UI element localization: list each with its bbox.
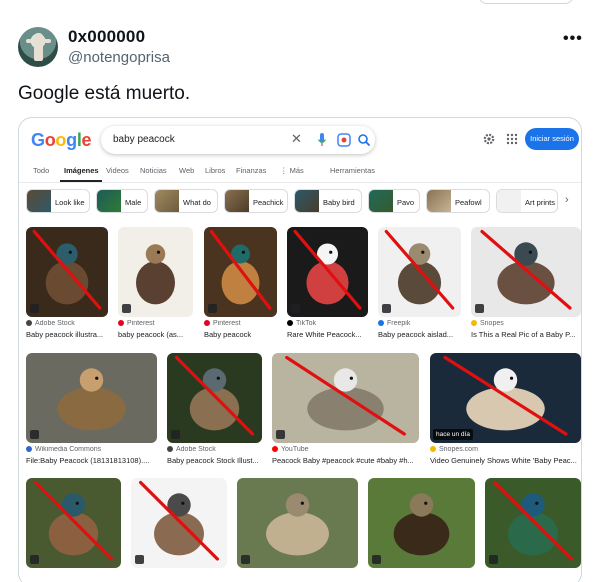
result-source[interactable]: YouTube (272, 446, 419, 453)
avatar[interactable] (18, 27, 58, 67)
google-logo[interactable]: Google (31, 130, 92, 151)
chip-male[interactable]: Male (96, 189, 148, 213)
source-favicon-icon (26, 320, 32, 327)
result-image-12[interactable] (131, 478, 227, 568)
result-source[interactable]: Wikimedia Commons (26, 446, 157, 453)
source-favicon-icon (118, 320, 124, 327)
tab-todo[interactable]: Todo (33, 166, 49, 175)
result-image-5[interactable] (378, 227, 461, 317)
result-image-3[interactable] (204, 227, 277, 317)
result-image-2[interactable] (118, 227, 193, 317)
result-source[interactable]: Snopes.com (430, 446, 581, 453)
chip-peafowl[interactable]: Peafowl (426, 189, 490, 213)
tab-web[interactable]: Web (179, 166, 194, 175)
user-handle[interactable]: @notengoprisa (68, 49, 170, 66)
result-image-11[interactable] (26, 478, 121, 568)
result-source[interactable]: Snopes (471, 320, 581, 327)
search-query[interactable]: baby peacock (113, 134, 175, 145)
tab-tools[interactable]: Herramientas (330, 166, 375, 175)
source-favicon-icon (430, 446, 436, 453)
result-caption[interactable]: Baby peacock (204, 330, 277, 339)
result-caption[interactable]: Baby peacock aislad... (378, 330, 461, 339)
clear-icon[interactable]: ✕ (291, 131, 302, 147)
result-caption[interactable]: Is This a Real Pic of a Baby P... (471, 330, 581, 339)
result-source[interactable]: Adobe Stock (167, 446, 262, 453)
timestamp-overlay: hace un día (433, 429, 473, 440)
chip-what-do[interactable]: What do (154, 189, 218, 213)
tab-videos[interactable]: Videos (106, 166, 129, 175)
display-name[interactable]: 0x000000 (68, 27, 145, 47)
result-caption[interactable]: Baby peacock illustra... (26, 330, 108, 339)
result-caption[interactable]: baby peacock (as... (118, 330, 193, 339)
chip-look-like[interactable]: Look like (26, 189, 90, 213)
chip-pavo[interactable]: Pavo (368, 189, 420, 213)
chevron-right-icon[interactable]: › (565, 194, 569, 206)
image-type-badge-icon (171, 430, 180, 439)
tweet-media-screenshot[interactable]: Google baby peacock ✕ Iniciar sesión Tod… (18, 117, 582, 582)
image-type-badge-icon (30, 555, 39, 564)
gear-icon[interactable] (482, 132, 496, 146)
lens-icon[interactable] (337, 133, 351, 147)
source-favicon-icon (272, 446, 278, 453)
image-type-badge-icon (276, 430, 285, 439)
result-source[interactable]: Adobe Stock (26, 320, 108, 327)
image-type-badge-icon (475, 304, 484, 313)
source-favicon-icon (287, 320, 293, 327)
result-image-10[interactable]: hace un día (430, 353, 581, 443)
more-horizontal-icon[interactable]: ••• (563, 30, 583, 48)
result-image-15[interactable] (485, 478, 581, 568)
tab-libros[interactable]: Libros (205, 166, 225, 175)
image-type-badge-icon (291, 304, 300, 313)
result-image-7[interactable] (26, 353, 157, 443)
image-type-badge-icon (30, 430, 39, 439)
tab-noticias[interactable]: Noticias (140, 166, 167, 175)
tab-imagenes[interactable]: Imágenes (64, 166, 99, 175)
source-favicon-icon (378, 320, 384, 327)
result-source[interactable]: Pinterest (204, 320, 277, 327)
result-caption[interactable]: Peacock Baby #peacock #cute #baby #h... (272, 456, 419, 465)
signin-button[interactable]: Iniciar sesión (525, 128, 579, 150)
apps-grid-icon[interactable] (506, 133, 518, 145)
image-type-badge-icon (30, 304, 39, 313)
result-image-1[interactable] (26, 227, 108, 317)
mic-icon[interactable] (317, 132, 327, 148)
image-type-badge-icon (122, 304, 131, 313)
tweet: 0x000000 @notengoprisa ••• Google está m… (0, 0, 600, 582)
image-type-badge-icon (372, 555, 381, 564)
result-caption[interactable]: Rare White Peacock... (287, 330, 368, 339)
source-favicon-icon (471, 320, 477, 327)
search-box[interactable]: baby peacock ✕ (101, 126, 375, 154)
result-image-13[interactable] (237, 478, 358, 568)
result-image-4[interactable] (287, 227, 368, 317)
image-type-badge-icon (135, 555, 144, 564)
result-source[interactable]: Pinterest (118, 320, 193, 327)
image-type-badge-icon (208, 304, 217, 313)
result-source[interactable]: TikTok (287, 320, 368, 327)
result-image-8[interactable] (167, 353, 262, 443)
chip-peachick[interactable]: Peachick (224, 189, 288, 213)
result-caption[interactable]: Video Genuinely Shows White 'Baby Peac..… (430, 456, 581, 465)
chip-baby-bird[interactable]: Baby bird (294, 189, 362, 213)
result-image-14[interactable] (368, 478, 475, 568)
result-caption[interactable]: File:Baby Peacock (18131813108).... (26, 456, 157, 465)
result-caption[interactable]: Baby peacock Stock Illust... (167, 456, 262, 465)
result-image-9[interactable] (272, 353, 419, 443)
tab-finanzas[interactable]: Finanzas (236, 166, 266, 175)
search-icon[interactable] (357, 132, 371, 148)
tab-more[interactable]: ⋮ Más (280, 166, 304, 175)
tweet-text: Google está muerto. (18, 83, 191, 104)
source-favicon-icon (204, 320, 210, 327)
image-type-badge-icon (489, 555, 498, 564)
result-image-6[interactable] (471, 227, 581, 317)
divider (19, 182, 581, 183)
source-favicon-icon (167, 446, 173, 453)
source-favicon-icon (26, 446, 32, 453)
image-type-badge-icon (382, 304, 391, 313)
image-type-badge-icon (241, 555, 250, 564)
follow-button[interactable] (478, 0, 574, 4)
chip-art-prints[interactable]: Art prints (496, 189, 558, 213)
result-source[interactable]: Freepik (378, 320, 461, 327)
